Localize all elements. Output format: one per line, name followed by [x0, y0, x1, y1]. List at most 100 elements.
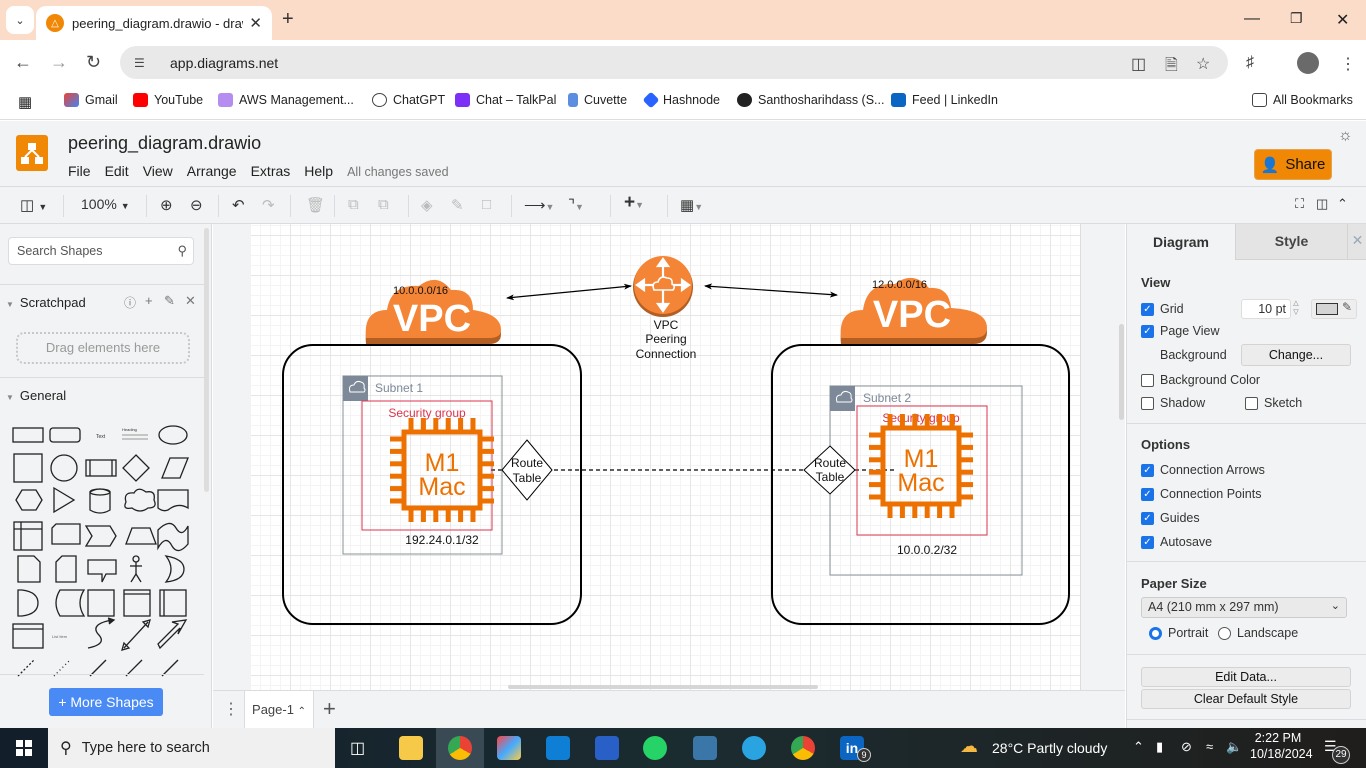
toggle-panel-icon[interactable]: ◫	[1316, 196, 1328, 212]
general-header[interactable]: ▼ General	[0, 377, 204, 411]
table-icon[interactable]: ▦▼	[680, 196, 703, 214]
close-icon[interactable]: ✕	[185, 293, 196, 309]
whatsapp-icon[interactable]	[643, 736, 667, 760]
connection-points-checkbox[interactable]: ✓ Connection Points	[1141, 487, 1261, 501]
extensions-icon[interactable]: ♯	[1246, 54, 1254, 72]
to-back-icon[interactable]: ⧉	[378, 196, 389, 213]
theme-sun-icon[interactable]: ☼	[1338, 127, 1353, 145]
network-icon[interactable]: ⊘	[1181, 739, 1192, 755]
close-tab-icon[interactable]: ✕	[249, 14, 262, 32]
menu-view[interactable]: View	[143, 163, 173, 179]
apps-grid-icon[interactable]: ▦	[18, 93, 32, 111]
canvas-horizontal-scrollbar[interactable]	[508, 685, 818, 689]
diagram-canvas[interactable]: 10.0.0.0/16 VPC 12.0.0.0/16 VPC VPC Peer…	[213, 224, 1125, 690]
add-page-button[interactable]: +	[323, 696, 336, 722]
bookmark-gmail[interactable]: Gmail	[64, 93, 118, 107]
menu-edit[interactable]: Edit	[105, 163, 129, 179]
site-info-icon[interactable]: ☰	[134, 56, 154, 70]
menu-arrange[interactable]: Arrange	[187, 163, 237, 179]
grid-size-input[interactable]: 10 pt	[1241, 299, 1291, 319]
general-shape-palette[interactable]: Text Heading List Item	[8, 422, 198, 677]
weather-text[interactable]: 28°C Partly cloudy	[992, 740, 1107, 756]
telegram-icon[interactable]	[742, 736, 766, 760]
taskbar-search-box[interactable]: ⚲ Type here to search	[48, 728, 335, 768]
chrome-profile-icon[interactable]	[791, 736, 815, 760]
scratchpad-drop-zone[interactable]: Drag elements here	[16, 332, 190, 364]
route-table-1[interactable]	[501, 439, 553, 501]
change-background-button[interactable]: Change...	[1241, 344, 1351, 366]
browser-menu-icon[interactable]: ⋮	[1340, 54, 1356, 74]
bookmark-chatgpt[interactable]: ChatGPT	[372, 93, 445, 107]
grid-checkbox[interactable]: ✓ Grid	[1141, 302, 1184, 316]
line-color-icon[interactable]: ✎	[451, 196, 464, 214]
browser-tab-active[interactable]: △ peering_diagram.drawio - draw.io ✕	[36, 6, 272, 40]
clock[interactable]: 2:22 PM 10/18/2024	[1250, 731, 1313, 761]
file-explorer-icon[interactable]	[399, 736, 423, 760]
peering-connector-left[interactable]	[506, 283, 632, 301]
help-icon[interactable]: ⓘ	[124, 294, 136, 311]
bookmark-linkedin[interactable]: Feed | LinkedIn	[891, 93, 998, 107]
show-hidden-icons[interactable]: ⌃	[1133, 739, 1144, 755]
diagram-svg[interactable]: 10.0.0.0/16 VPC 12.0.0.0/16 VPC VPC Peer…	[251, 224, 1081, 690]
shadow-icon[interactable]: □	[482, 196, 491, 213]
autosave-checkbox[interactable]: ✓ Autosave	[1141, 535, 1212, 549]
shadow-checkbox[interactable]: Shadow	[1141, 396, 1205, 410]
chrome-taskbar-active[interactable]	[436, 728, 484, 768]
task-view-icon[interactable]: ◫	[350, 738, 365, 758]
portrait-radio[interactable]: Portrait	[1149, 626, 1208, 640]
git-tool-icon[interactable]	[497, 736, 521, 760]
page-tab[interactable]: Page-1 ⌃	[244, 691, 314, 729]
canvas-vertical-scrollbar[interactable]	[1119, 324, 1124, 420]
zoom-out-icon[interactable]: ⊖	[190, 196, 203, 214]
bookmark-youtube[interactable]: YouTube	[133, 93, 203, 107]
windows-start-icon[interactable]	[16, 740, 32, 756]
python-icon[interactable]	[693, 736, 717, 760]
to-front-icon[interactable]: ⧉	[348, 196, 359, 213]
document-title[interactable]: peering_diagram.drawio	[68, 133, 261, 154]
add-icon[interactable]: +	[145, 293, 153, 308]
undo-icon[interactable]: ↶	[232, 196, 245, 214]
search-shapes-input[interactable]: Search Shapes ⚲	[8, 237, 194, 265]
sidebar-scrollbar[interactable]	[204, 228, 209, 492]
collapse-icon[interactable]: ⌃	[1337, 196, 1348, 212]
format-panel-toggle-icon[interactable]: ◫ ▼	[20, 196, 47, 214]
guides-checkbox[interactable]: ✓ Guides	[1141, 511, 1200, 525]
search-icon[interactable]: ⚲	[177, 243, 187, 259]
menu-file[interactable]: File	[68, 163, 91, 179]
bookmark-cuvette[interactable]: Cuvette	[568, 93, 627, 107]
battery-icon[interactable]: ▮	[1156, 739, 1163, 755]
address-bar[interactable]: ☰ app.diagrams.net	[120, 46, 1228, 79]
bookmark-star-icon[interactable]: ☆	[1196, 54, 1210, 74]
more-shapes-button[interactable]: + More Shapes	[49, 688, 163, 716]
tab-style[interactable]: Style	[1235, 224, 1347, 260]
insert-plus-icon[interactable]: +▼	[624, 192, 644, 214]
download-page-icon[interactable]: 🗎	[1165, 54, 1178, 81]
zoom-select[interactable]: 100% ▼	[81, 196, 130, 212]
profile-avatar[interactable]	[1297, 52, 1319, 74]
edit-data-button[interactable]: Edit Data...	[1141, 667, 1351, 687]
menu-extras[interactable]: Extras	[251, 163, 291, 179]
grid-size-stepper[interactable]: △ ▽	[1290, 299, 1302, 319]
new-tab-button[interactable]: +	[282, 8, 294, 31]
bookmark-aws[interactable]: AWS Management...	[218, 93, 354, 107]
powershell-icon[interactable]	[595, 736, 619, 760]
redo-icon[interactable]: ↷	[262, 196, 275, 214]
bookmark-hashnode[interactable]: Hashnode	[642, 91, 720, 109]
sketch-checkbox[interactable]: Sketch	[1245, 396, 1302, 410]
grid-color-button[interactable]: ✎	[1311, 299, 1357, 319]
edit-pencil-icon[interactable]: ✎	[164, 293, 175, 309]
close-panel-icon[interactable]: ✕	[1347, 224, 1366, 260]
pages-menu-icon[interactable]: ⋮	[223, 699, 239, 719]
vscode-icon[interactable]	[546, 736, 570, 760]
share-button[interactable]: 👤 Share	[1254, 149, 1332, 180]
fullscreen-icon[interactable]: ⛶	[1295, 196, 1304, 212]
tab-diagram[interactable]: Diagram	[1127, 224, 1235, 260]
connection-arrows-checkbox[interactable]: ✓ Connection Arrows	[1141, 463, 1265, 477]
restore-button[interactable]: ❐	[1290, 10, 1303, 27]
fill-color-icon[interactable]: ◈	[421, 196, 433, 214]
drawio-logo[interactable]	[16, 135, 48, 171]
diagram-page[interactable]: 10.0.0.0/16 VPC 12.0.0.0/16 VPC VPC Peer…	[251, 224, 1081, 690]
forward-icon[interactable]: →	[50, 52, 68, 73]
minimize-button[interactable]: —	[1244, 10, 1260, 28]
all-bookmarks[interactable]: All Bookmarks	[1252, 93, 1353, 107]
